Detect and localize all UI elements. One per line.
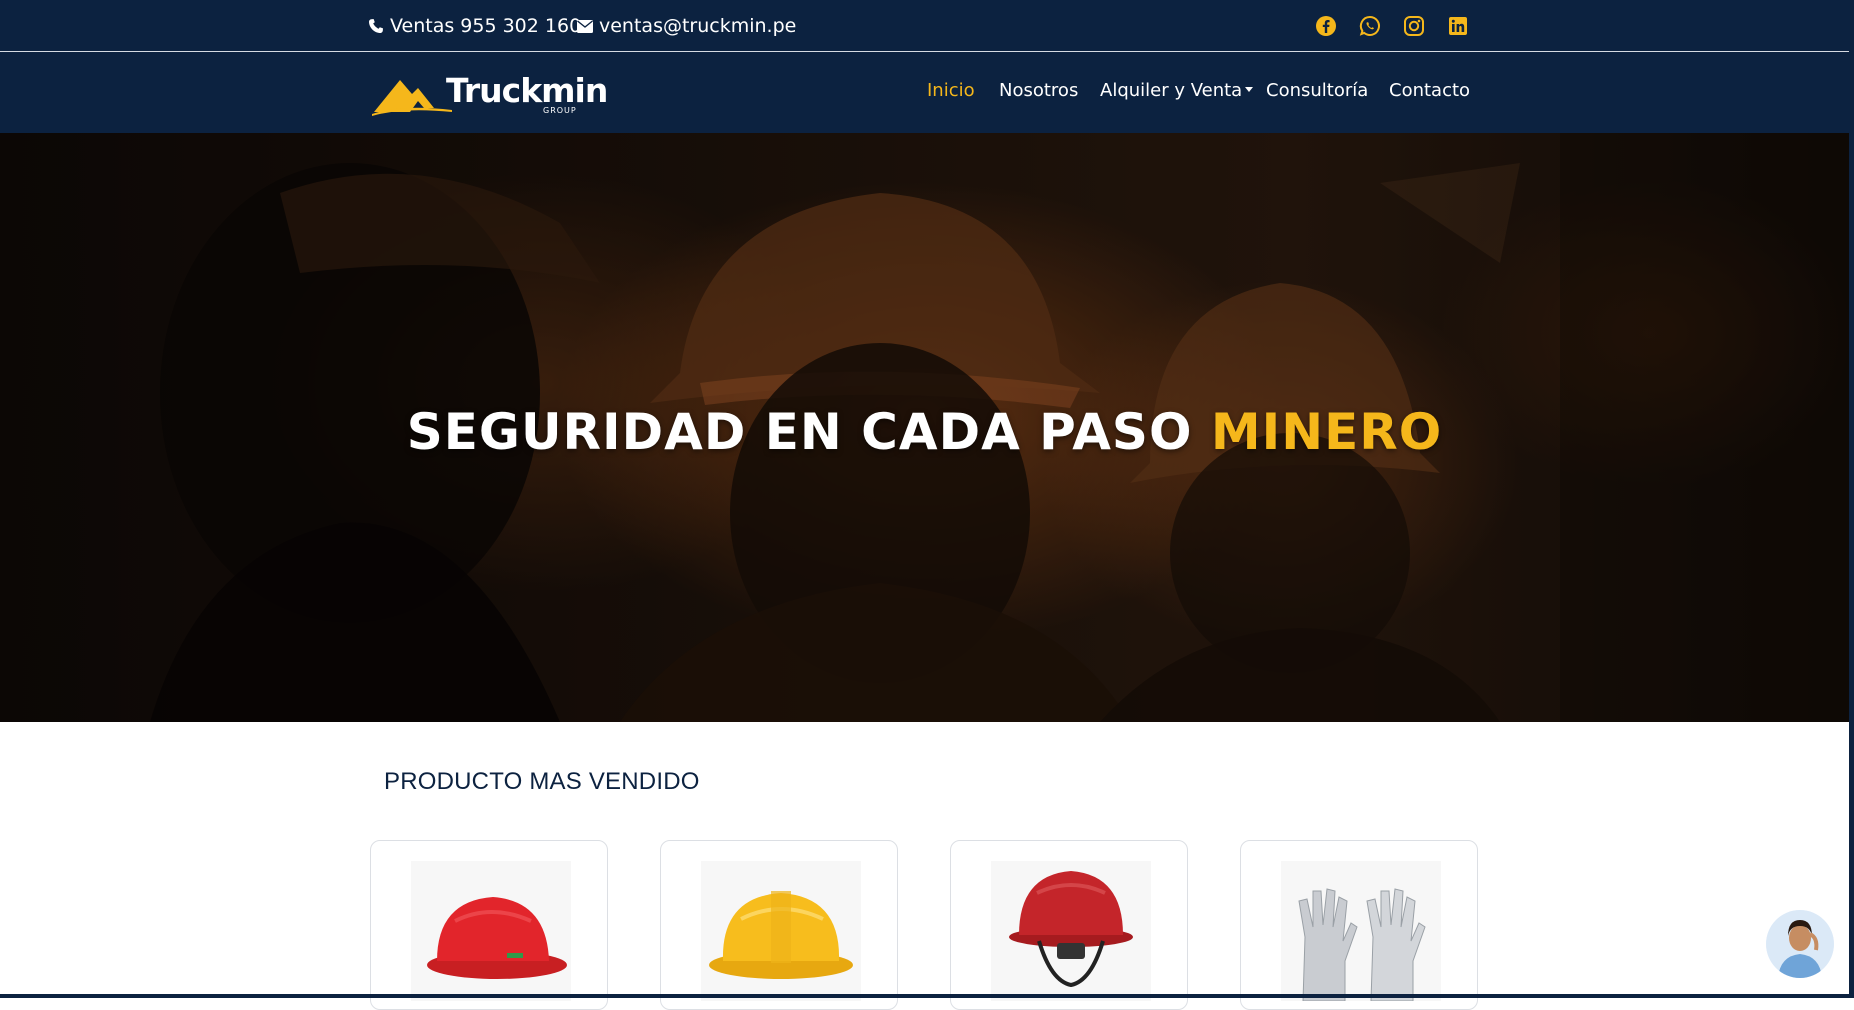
red-hard-hat-with-chin-strap-image [991,861,1151,1001]
whatsapp-icon[interactable] [1357,13,1383,39]
red-hard-hat-image [411,861,571,1001]
main-navbar: Truckmin GROUP Inicio Nosotros Alquiler … [0,52,1854,133]
email-text: ventas@truckmin.pe [599,15,797,37]
grey-work-gloves-image [1281,861,1441,1001]
product-card[interactable] [660,840,898,1010]
caret-down-icon [1245,87,1254,92]
nav-nosotros[interactable]: Nosotros [999,76,1078,106]
window-bottom-edge [0,994,1849,998]
nav-inicio[interactable]: Inicio [927,76,975,106]
nav-contacto[interactable]: Contacto [1389,76,1470,106]
hero-title: SEGURIDAD EN CADA PASO MINERO [0,403,1849,461]
phone-text: Ventas 955 302 160 [390,15,582,37]
phone-contact[interactable]: Ventas 955 302 160 [368,14,581,38]
section-title: PRODUCTO MAS VENDIDO [384,768,700,795]
window-right-edge [1849,0,1854,998]
linkedin-icon[interactable] [1445,13,1471,39]
truckmin-logo[interactable]: Truckmin GROUP [372,70,608,120]
hero-title-accent: MINERO [1210,403,1443,461]
product-card[interactable] [370,840,608,1010]
product-card[interactable] [1240,840,1478,1010]
mountain-logo-icon [372,80,452,116]
brand-sub: GROUP [543,106,577,115]
envelope-icon [577,19,593,33]
top-contact-bar: Ventas 955 302 160 ventas@truckmin.pe [0,0,1854,52]
hero-banner: SEGURIDAD EN CADA PASO MINERO [0,133,1849,722]
yellow-hard-hat-image [701,861,861,1001]
nav-alquiler-venta[interactable]: Alquiler y Venta [1100,76,1254,106]
brand-name: Truckmin [446,71,608,110]
nav-consultoria[interactable]: Consultoría [1266,76,1368,106]
product-card[interactable] [950,840,1188,1010]
nav-alquiler-venta-label: Alquiler y Venta [1100,80,1243,101]
chat-assistant-button[interactable] [1766,910,1834,978]
facebook-icon[interactable] [1313,13,1339,39]
phone-icon [369,19,383,33]
assistant-avatar [1766,910,1834,978]
instagram-icon[interactable] [1401,13,1427,39]
email-contact[interactable]: ventas@truckmin.pe [577,14,796,38]
hero-title-main: SEGURIDAD EN CADA PASO [406,403,1193,461]
